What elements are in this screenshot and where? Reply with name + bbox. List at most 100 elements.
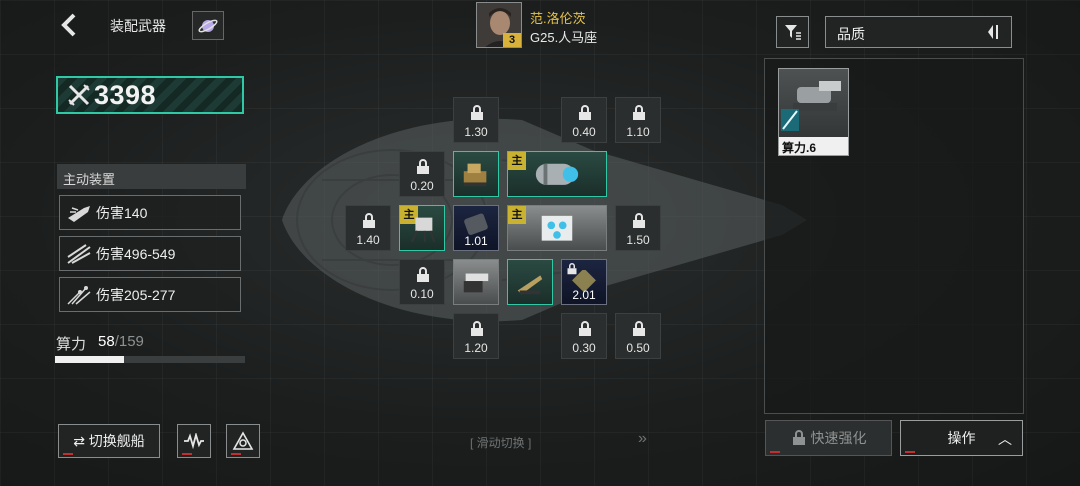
pilot-name: 范.洛伦茨 <box>530 11 586 26</box>
planet-button[interactable] <box>192 11 224 40</box>
slot-value: 0.40 <box>572 125 596 139</box>
slot-value: 0.50 <box>626 341 650 355</box>
waveform-icon <box>184 433 204 449</box>
active-devices-title: 主动装置 <box>57 164 246 189</box>
lock-icon <box>471 321 483 336</box>
slot-value: 1.30 <box>464 125 488 139</box>
compute-progress-fill <box>55 356 125 363</box>
equipped-slot[interactable] <box>453 151 499 197</box>
slide-arrow-icon[interactable]: » <box>638 430 647 448</box>
lock-icon <box>417 267 429 282</box>
radar-icon <box>232 431 254 450</box>
locked-slot[interactable]: 0.40 <box>561 97 607 143</box>
quality-sort-select[interactable]: 品质 <box>825 16 1012 48</box>
lock-icon <box>633 105 645 120</box>
red-accent <box>63 453 73 455</box>
scatter-icon <box>67 285 91 305</box>
lock-icon <box>633 213 645 228</box>
switch-ship-button[interactable]: ⇄ 切换舰船 <box>58 424 160 458</box>
power-badge: 3398 <box>56 76 244 114</box>
compute-total: 159 <box>118 333 144 350</box>
lock-icon <box>579 105 591 120</box>
quick-upgrade-label: 快速强化 <box>810 430 867 446</box>
lock-icon <box>417 159 429 174</box>
capsule-module-icon <box>535 163 579 185</box>
inventory-item[interactable]: 算力.6 <box>778 68 849 156</box>
pilot-ship: G25.人马座 <box>530 30 598 45</box>
red-accent <box>905 451 915 453</box>
pilot-avatar[interactable]: 3 <box>476 2 522 48</box>
equipped-slot[interactable]: 主 <box>507 151 607 197</box>
switch-ship-label: ⇄ 切换舰船 <box>73 433 145 449</box>
cannon-module-icon <box>463 163 487 187</box>
slide-switch-hint: [ 滑动切换 ] <box>470 436 532 450</box>
wave-button[interactable] <box>177 424 211 458</box>
active-device-label: 伤害496-549 <box>96 245 176 262</box>
power-value: 3398 <box>94 79 157 110</box>
page-title: 装配武器 <box>110 18 166 34</box>
gun-module-icon <box>463 273 489 293</box>
locked-slot[interactable]: 1.20 <box>453 313 499 359</box>
locked-slot[interactable]: 1.10 <box>615 97 661 143</box>
slot-value: 1.01 <box>464 234 488 248</box>
lock-icon <box>363 213 375 228</box>
locked-slot[interactable]: 0.50 <box>615 313 661 359</box>
locked-slot[interactable]: 1.50 <box>615 205 661 251</box>
laser-icon <box>67 243 91 264</box>
red-accent <box>231 453 241 455</box>
locked-slot[interactable]: 0.20 <box>399 151 445 197</box>
slot-value: 1.20 <box>464 341 488 355</box>
radar-button[interactable] <box>226 424 260 458</box>
launcher-module-icon <box>517 275 543 295</box>
crossed-swords-icon <box>68 84 90 106</box>
slot-value: 1.40 <box>356 233 380 247</box>
active-device-label: 伤害140 <box>96 204 148 221</box>
main-tag: 主 <box>508 206 526 224</box>
quality-label: 品质 <box>837 26 865 42</box>
lock-icon <box>471 105 483 120</box>
active-device-label: 伤害205-277 <box>96 286 176 303</box>
locked-slot[interactable]: 0.10 <box>399 259 445 305</box>
compute-label: 算力 <box>56 336 87 353</box>
slot-value: 1.50 <box>626 233 650 247</box>
compute-used: 58 <box>98 333 115 350</box>
equipped-slot[interactable] <box>453 259 499 305</box>
back-arrow-icon <box>61 13 76 37</box>
slot-value: 1.10 <box>626 125 650 139</box>
lock-icon <box>792 430 805 445</box>
filter-button[interactable] <box>776 16 809 48</box>
planet-icon <box>198 19 218 32</box>
red-accent <box>182 453 192 455</box>
active-device-row[interactable]: 伤害496-549 <box>59 236 241 271</box>
locked-slot[interactable]: 1.40 <box>345 205 391 251</box>
compute-value: 58/159 <box>98 333 144 350</box>
lock-icon <box>579 321 591 336</box>
lock-icon <box>633 321 645 336</box>
filter-icon <box>784 25 801 40</box>
back-button[interactable] <box>58 12 80 38</box>
operate-button[interactable]: 操作 ︿ <box>900 420 1023 456</box>
operate-label: 操作 <box>947 430 976 446</box>
slot-value: 0.30 <box>572 341 596 355</box>
active-device-row[interactable]: 伤害140 <box>59 195 241 230</box>
canister-module-icon <box>464 213 488 235</box>
pilot-level: 3 <box>503 33 521 47</box>
equipped-slot[interactable]: 主 <box>399 205 445 251</box>
active-device-row[interactable]: 伤害205-277 <box>59 277 241 312</box>
red-accent <box>770 451 780 453</box>
compute-progress-bar <box>55 356 245 363</box>
chevron-up-icon: ︿ <box>998 431 1012 447</box>
locked-slot[interactable]: 1.30 <box>453 97 499 143</box>
locked-slot[interactable]: 0.30 <box>561 313 607 359</box>
equipped-slot[interactable]: 2.01 <box>561 259 607 305</box>
quick-upgrade-button[interactable]: 快速强化 <box>765 420 892 456</box>
slot-value: 2.01 <box>572 288 596 302</box>
turret-module-icon <box>410 217 436 243</box>
main-tag: 主 <box>508 152 526 170</box>
slot-value: 0.20 <box>410 179 434 193</box>
equipped-slot[interactable]: 1.01 <box>453 205 499 251</box>
equipped-slot[interactable] <box>507 259 553 305</box>
missile-icon <box>68 205 90 222</box>
inventory-item-label: 算力.6 <box>779 137 848 155</box>
equipped-slot[interactable]: 主 <box>507 205 607 251</box>
